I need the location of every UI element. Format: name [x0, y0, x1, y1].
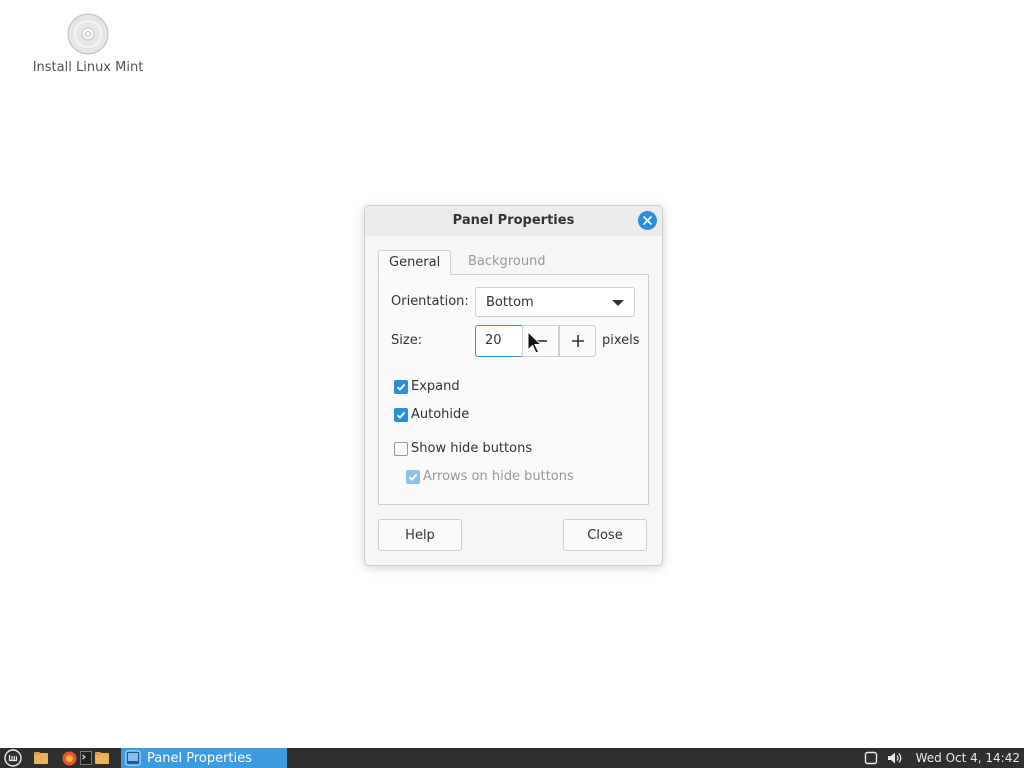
tab-general[interactable]: General [378, 250, 452, 276]
terminal-icon [80, 751, 92, 765]
orientation-select[interactable]: Bottom [475, 287, 635, 317]
autohide-label: Autohide [411, 407, 470, 422]
size-increment-button[interactable] [559, 325, 596, 357]
dialog-titlebar[interactable]: Panel Properties [365, 206, 662, 236]
panel-properties-dialog: Panel Properties General Background Orie… [364, 205, 663, 566]
checkbox-checked-icon [394, 379, 408, 394]
show-hide-buttons-label: Show hide buttons [411, 441, 533, 456]
expand-checkbox[interactable]: Expand [394, 379, 460, 394]
files-icon [34, 752, 48, 764]
close-window-button[interactable] [638, 211, 657, 230]
close-button[interactable]: Close [563, 519, 647, 551]
folder-icon [95, 752, 109, 764]
window-button-label: Panel Properties [147, 750, 252, 766]
window-icon [125, 750, 141, 766]
tray-notifications[interactable] [864, 748, 878, 768]
clock[interactable]: Wed Oct 4, 14:42 [916, 751, 1020, 765]
size-unit-label: pixels [602, 333, 640, 348]
checkbox-checked-icon [406, 469, 420, 484]
firefox-icon [62, 751, 77, 765]
arrows-on-hide-buttons-checkbox: Arrows on hide buttons [406, 469, 574, 484]
show-hide-buttons-checkbox[interactable]: Show hide buttons [394, 441, 532, 456]
chevron-down-icon [612, 300, 624, 306]
desktop-icon-install-linux-mint[interactable]: Install Linux Mint [30, 12, 146, 75]
taskbar-window-panel-properties[interactable]: Panel Properties [121, 748, 287, 768]
tab-background[interactable]: Background [458, 250, 556, 274]
volume-icon [888, 752, 902, 764]
orientation-value: Bottom [486, 295, 534, 310]
launcher-files[interactable] [33, 748, 49, 768]
size-label: Size: [391, 333, 423, 348]
menu-button[interactable] [4, 748, 22, 768]
general-tab-panel: Orientation: Bottom Size: 20 pixels Expa… [378, 274, 649, 505]
plus-icon [571, 335, 584, 347]
checkbox-checked-icon [394, 407, 408, 422]
desktop-icon-label: Install Linux Mint [32, 60, 144, 75]
launcher-folder[interactable] [94, 748, 110, 768]
size-input[interactable]: 20 [475, 325, 523, 357]
taskbar: Panel Properties Wed Oct 4, 14:42 [0, 748, 1024, 768]
help-button[interactable]: Help [378, 519, 462, 551]
close-icon [643, 216, 652, 225]
notification-icon [864, 751, 878, 765]
dialog-title: Panel Properties [452, 213, 575, 228]
expand-label: Expand [411, 379, 460, 394]
autohide-checkbox[interactable]: Autohide [394, 407, 469, 422]
orientation-label: Orientation: [391, 294, 469, 309]
disc-icon [67, 13, 109, 55]
launcher-firefox[interactable] [62, 748, 77, 768]
mouse-cursor-icon [527, 331, 543, 354]
menu-icon [4, 749, 22, 767]
checkbox-unchecked-icon [394, 441, 408, 456]
arrows-on-hide-buttons-label: Arrows on hide buttons [423, 469, 574, 484]
launcher-terminal[interactable] [80, 748, 92, 768]
tray-volume[interactable] [887, 748, 903, 768]
